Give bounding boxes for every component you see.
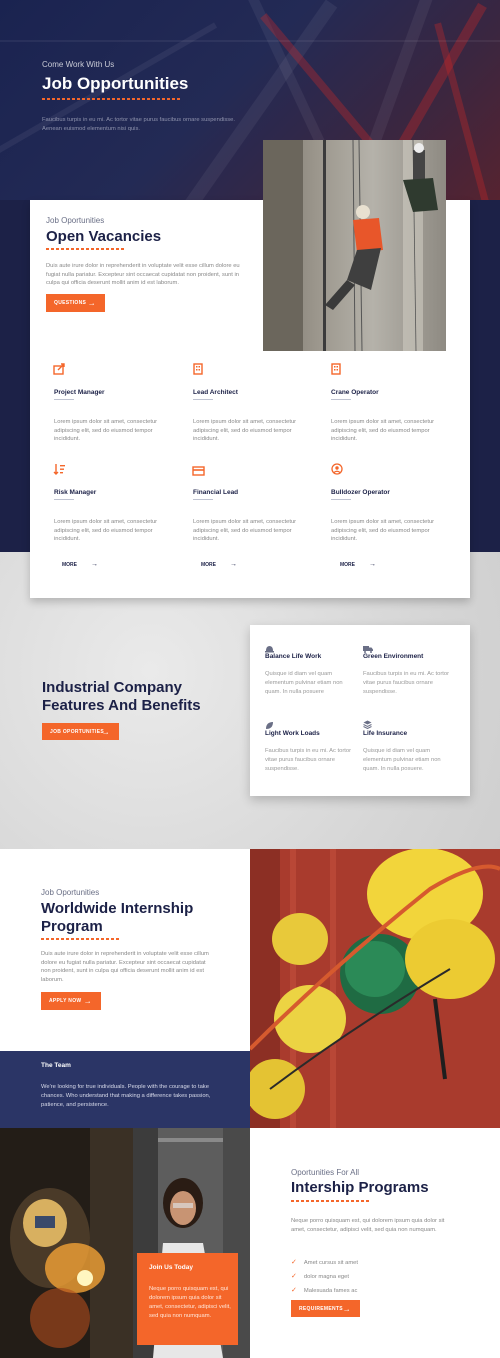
check-icon: ✓ — [291, 1259, 297, 1266]
more-label: MORE — [201, 562, 216, 568]
truck-icon — [363, 640, 373, 653]
job-desc: Lorem ipsum dolor sit amet, consectetur … — [54, 519, 158, 542]
questions-button[interactable]: QUESTIONS → — [46, 294, 105, 312]
job-title-financial-lead[interactable]: Financial Lead — [193, 489, 238, 496]
job-divider — [193, 499, 213, 500]
benefit-desc: Quisque id diam vel quam elementum pulvi… — [363, 748, 441, 772]
job-divider — [331, 399, 351, 400]
job-divider — [331, 499, 351, 500]
internship-title-line2: Program — [41, 918, 103, 935]
list-item: ✓ dolor magna eget — [291, 1270, 358, 1284]
job-oportunities-button[interactable]: JOB OPORTUNITIES → — [42, 723, 119, 740]
hero-kicker: Come Work With Us — [42, 60, 115, 69]
job-title-crane-operator[interactable]: Crane Operator — [331, 389, 379, 396]
hero-title: Job Opportunities — [42, 74, 189, 93]
job-title-risk-manager[interactable]: Risk Manager — [54, 489, 96, 496]
programs-title: Intership Programs — [291, 1179, 429, 1196]
questions-button-label: QUESTIONS — [54, 300, 87, 306]
job-divider — [54, 399, 74, 400]
welder-photo — [0, 1128, 133, 1358]
building-icon — [331, 362, 341, 375]
job-oportunities-button-label: JOB OPORTUNITIES — [50, 728, 104, 735]
list-item: ✓ Malesuada fames ac — [291, 1284, 358, 1298]
more-link[interactable]: MORE → — [62, 561, 98, 568]
card-icon — [192, 463, 205, 476]
layers-icon — [363, 716, 372, 730]
benefits-title-line2: Features And Benefits — [42, 697, 201, 714]
apply-now-button[interactable]: APPLY NOW → — [41, 992, 101, 1010]
team-title: The Team — [41, 1062, 71, 1069]
arrow-right-icon: → — [342, 1304, 351, 1313]
internship-title-line1: Worldwide Internship — [41, 900, 194, 917]
list-item: ✓ Amet cursus sit amet — [291, 1256, 358, 1270]
benefit-title-insurance: Life Insurance — [363, 730, 408, 737]
job-desc: Lorem ipsum dolor sit amet, consectetur … — [193, 519, 297, 542]
vacancies-title: Open Vacancies — [46, 228, 162, 245]
benefit-desc: Faucibus turpis in eu mi. Ac tortor vita… — [363, 671, 450, 695]
rope-worker-photo — [263, 140, 446, 351]
more-link[interactable]: MORE → — [201, 561, 237, 568]
more-label: MORE — [62, 562, 77, 568]
arrow-right-icon: → — [87, 298, 96, 308]
job-title-lead-architect[interactable]: Lead Architect — [193, 389, 238, 396]
job-desc: Lorem ipsum dolor sit amet, consectetur … — [331, 519, 435, 542]
join-text: Neque porro quisquam est, qui dolorem ip… — [149, 1286, 231, 1319]
user-circle-icon — [331, 462, 343, 475]
arrow-right-icon: → — [101, 727, 110, 736]
helmet-icon — [265, 640, 274, 653]
more-label: MORE — [340, 562, 355, 568]
programs-kicker: Oportunities For All — [291, 1168, 360, 1177]
job-desc: Lorem ipsum dolor sit amet, consectetur … — [331, 419, 435, 442]
requirements-button-label: REQUIREMENTS — [299, 1305, 343, 1312]
programs-underline — [291, 1200, 369, 1202]
list-item-label: dolor magna eget — [303, 1274, 349, 1280]
internship-kicker: Job Oportunities — [41, 888, 100, 897]
vacancies-underline — [46, 248, 124, 250]
benefits-title-line1: Industrial Company — [42, 679, 183, 696]
hero-text-line2: Aenean euismod elementum nisi quis. — [42, 126, 140, 132]
list-item-label: Amet cursus sit amet — [303, 1260, 358, 1266]
job-desc: Lorem ipsum dolor sit amet, consectetur … — [193, 419, 297, 442]
vacancies-kicker: Job Oportunities — [46, 216, 105, 225]
requirements-button[interactable]: REQUIREMENTS → — [291, 1300, 360, 1317]
internship-text: Duis aute irure dolor in reprehenderit i… — [41, 951, 209, 984]
apply-now-button-label: APPLY NOW — [49, 998, 82, 1004]
arrow-right-icon: → — [230, 561, 237, 568]
job-desc: Lorem ipsum dolor sit amet, consectetur … — [54, 419, 158, 442]
benefit-title-green: Green Environment — [363, 653, 424, 660]
share-icon — [53, 362, 66, 375]
job-title-project-manager[interactable]: Project Manager — [54, 389, 105, 396]
list-item-label: Malesuada fames ac — [303, 1288, 358, 1294]
check-icon: ✓ — [291, 1287, 297, 1294]
job-divider — [54, 499, 74, 500]
programs-list: ✓ Amet cursus sit amet ✓ dolor magna eget … — [291, 1256, 358, 1298]
benefit-desc: Quisque id diam vel quam elementum pulvi… — [265, 671, 343, 695]
hero-text-line1: Faucibus turpis in eu mi. Ac tortor vita… — [42, 117, 236, 123]
building-icon — [193, 362, 203, 375]
arrow-right-icon: → — [369, 561, 376, 568]
team-text: We're looking for true individuals. Peop… — [41, 1084, 211, 1108]
leaf-icon — [265, 717, 274, 729]
sort-icon — [53, 462, 66, 475]
programs-text: Neque porro quisquam est, qui dolorem ip… — [291, 1218, 445, 1233]
benefit-title-balance: Balance Life Work — [265, 653, 322, 660]
hard-hats-photo — [250, 849, 500, 1128]
join-title: Join Us Today — [149, 1264, 193, 1271]
arrow-right-icon: → — [91, 561, 98, 568]
vacancies-text: Duis aute irure dolor in reprehenderit i… — [46, 263, 240, 287]
job-divider — [193, 399, 213, 400]
job-title-bulldozer-operator[interactable]: Bulldozer Operator — [331, 489, 390, 496]
internship-underline — [41, 938, 119, 940]
arrow-right-icon: → — [83, 996, 92, 1006]
benefit-desc: Faucibus turpis in eu mi. Ac tortor vita… — [265, 748, 352, 772]
benefit-title-light: Light Work Loads — [265, 730, 320, 737]
more-link[interactable]: MORE → — [340, 561, 376, 568]
check-icon: ✓ — [291, 1273, 297, 1280]
hero-title-underline — [42, 98, 180, 100]
